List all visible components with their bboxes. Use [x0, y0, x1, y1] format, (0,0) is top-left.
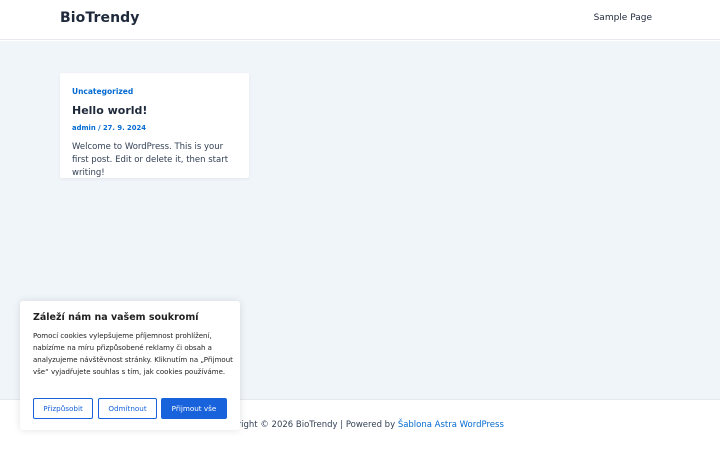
footer-theme-link[interactable]: Šablona Astra WordPress	[398, 420, 504, 430]
cookie-title: Záleží nám na vašem soukromí	[33, 312, 199, 323]
post-category-link[interactable]: Uncategorized	[72, 87, 133, 96]
post-title[interactable]: Hello world!	[72, 104, 147, 117]
post-meta: admin / 27. 9. 2024	[72, 124, 146, 132]
post-author-link[interactable]: admin	[72, 124, 96, 132]
post-excerpt: Welcome to WordPress. This is your first…	[72, 142, 229, 178]
post-date: 27. 9. 2024	[102, 124, 146, 132]
cookie-customize-button[interactable]: Přizpůsobit	[33, 398, 93, 419]
footer-copyright: Copyright © 2026 BioTrendy | Powered by	[216, 420, 398, 430]
cookie-accept-all-button[interactable]: Přijmout vše	[161, 398, 227, 419]
site-header: BioTrendy Sample Page	[0, 0, 720, 40]
cookie-description: Pomocí cookies vylepšujeme příjemnost pr…	[33, 332, 233, 376]
nav-link-sample-page[interactable]: Sample Page	[594, 13, 652, 23]
site-title[interactable]: BioTrendy	[60, 10, 140, 26]
cookie-reject-button[interactable]: Odmítnout	[98, 398, 157, 419]
post-card: Uncategorized Hello world! admin / 27. 9…	[60, 73, 249, 178]
cookie-consent-banner: Záleží nám na vašem soukromí Pomocí cook…	[20, 301, 240, 430]
